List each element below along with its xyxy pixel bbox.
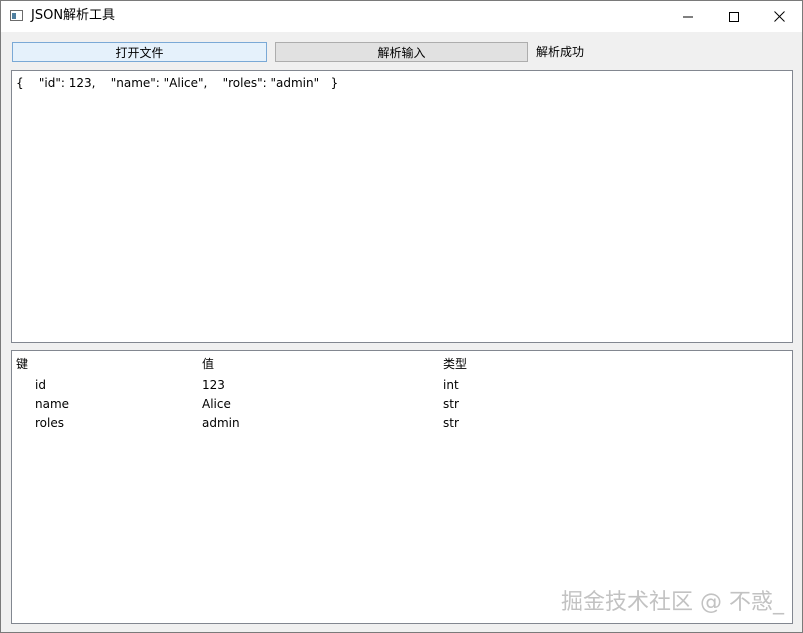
maximize-button[interactable] bbox=[711, 1, 757, 32]
row-type: int bbox=[443, 378, 459, 392]
close-button[interactable] bbox=[756, 1, 802, 32]
open-file-button[interactable]: 打开文件 bbox=[12, 42, 267, 62]
maximize-icon bbox=[729, 11, 739, 22]
tree-row[interactable]: id 123 int bbox=[12, 376, 792, 395]
json-input-editor[interactable]: { "id": 123, "name": "Alice", "roles": "… bbox=[11, 70, 793, 343]
tree-row[interactable]: roles admin str bbox=[12, 414, 792, 433]
row-value: 123 bbox=[202, 378, 225, 392]
minimize-button[interactable] bbox=[665, 1, 711, 32]
row-type: str bbox=[443, 397, 459, 411]
json-input-text: { "id": 123, "name": "Alice", "roles": "… bbox=[16, 76, 339, 90]
minimize-icon bbox=[683, 16, 693, 17]
row-key: id bbox=[35, 378, 46, 392]
row-value: admin bbox=[202, 416, 240, 430]
row-key: name bbox=[35, 397, 70, 411]
result-tree[interactable]: 键 值 类型 id 123 int name Alice str roles a… bbox=[11, 350, 793, 624]
tree-row[interactable]: name Alice str bbox=[12, 395, 792, 414]
status-label: 解析成功 bbox=[536, 45, 585, 59]
watermark: 掘金技术社区 @ 不惑_ bbox=[561, 590, 784, 615]
column-header-key[interactable]: 键 bbox=[16, 357, 28, 372]
row-key: roles bbox=[35, 416, 64, 430]
column-header-type[interactable]: 类型 bbox=[443, 357, 467, 372]
column-header-value[interactable]: 值 bbox=[202, 357, 214, 372]
title-bar[interactable]: JSON解析工具 bbox=[1, 1, 802, 32]
parse-input-button[interactable]: 解析输入 bbox=[275, 42, 528, 62]
row-type: str bbox=[443, 416, 459, 430]
main-window: JSON解析工具 打开文件 解析输入 解析成功 { "id": 123, "na… bbox=[0, 0, 803, 633]
app-window-icon bbox=[10, 10, 23, 21]
window-title: JSON解析工具 bbox=[31, 8, 116, 23]
close-icon bbox=[773, 11, 785, 22]
row-value: Alice bbox=[202, 397, 231, 411]
